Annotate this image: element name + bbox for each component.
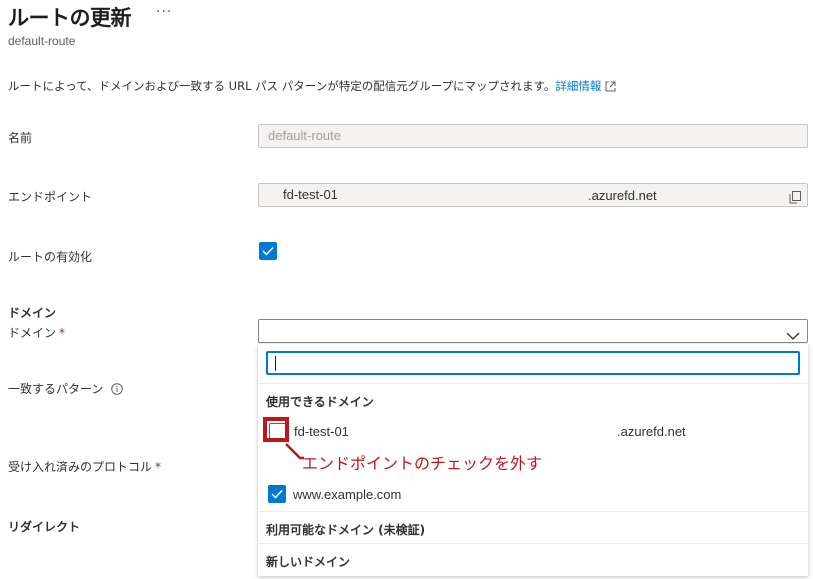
pattern-label-text: 一致するパターン xyxy=(8,382,104,396)
description-text: ルートによって、ドメインおよび一致する URL パス パターンが特定の配信元グル… xyxy=(8,79,556,93)
enable-route-checkbox[interactable] xyxy=(259,242,277,260)
domain-option-suffix: .azurefd.net xyxy=(617,424,686,439)
learn-more-link[interactable]: 詳細情報 xyxy=(555,79,601,93)
external-link-icon xyxy=(605,81,616,95)
checkmark-icon xyxy=(262,246,274,256)
enable-route-label: ルートの有効化 xyxy=(8,250,93,264)
domain-option-checkbox-www-example-com[interactable] xyxy=(268,485,286,503)
endpoint-label: エンドポイント xyxy=(8,190,93,204)
more-options-button[interactable]: ··· xyxy=(156,4,172,20)
page-title: ルートの更新 xyxy=(8,6,132,30)
endpoint-suffix: .azurefd.net xyxy=(588,188,657,203)
page-subtitle: default-route xyxy=(8,34,76,48)
name-label: 名前 xyxy=(8,131,33,145)
divider xyxy=(258,511,808,512)
domain-dropdown[interactable] xyxy=(258,319,808,343)
description: ルートによって、ドメインおよび一致する URL パス パターンが特定の配信元グル… xyxy=(8,78,616,95)
required-mark: * xyxy=(155,460,162,474)
domain-dropdown-panel: 使用できるドメイン fd-test-01 .azurefd.net エンドポイン… xyxy=(258,344,808,576)
checkmark-icon xyxy=(271,489,283,499)
domain-section-heading: ドメイン xyxy=(8,306,57,320)
new-domain-heading[interactable]: 新しいドメイン xyxy=(266,553,350,570)
divider xyxy=(258,383,808,384)
domain-option-label-www-example-com[interactable]: www.example.com xyxy=(293,487,401,502)
annotation-text: エンドポイントのチェックを外す xyxy=(302,454,543,473)
unverified-domains-heading: 利用可能なドメイン (未検証) xyxy=(266,523,426,537)
endpoint-field[interactable]: fd-test-01 xyxy=(258,183,808,207)
domain-search-input[interactable] xyxy=(266,351,800,375)
info-icon[interactable] xyxy=(111,383,124,398)
copy-icon[interactable] xyxy=(789,189,801,211)
required-mark: * xyxy=(59,326,66,340)
pattern-label: 一致するパターン xyxy=(8,380,124,398)
domain-label: ドメイン * xyxy=(8,324,65,341)
name-input[interactable]: default-route xyxy=(258,124,808,148)
redirect-heading: リダイレクト xyxy=(8,520,81,534)
protocol-label-text: 受け入れ済みのプロトコル xyxy=(8,460,153,474)
endpoint-value: fd-test-01 xyxy=(283,187,338,202)
chevron-down-icon xyxy=(786,326,800,345)
domain-label-text: ドメイン xyxy=(8,326,57,340)
protocol-label: 受け入れ済みのプロトコル * xyxy=(8,458,161,475)
divider xyxy=(258,543,808,544)
